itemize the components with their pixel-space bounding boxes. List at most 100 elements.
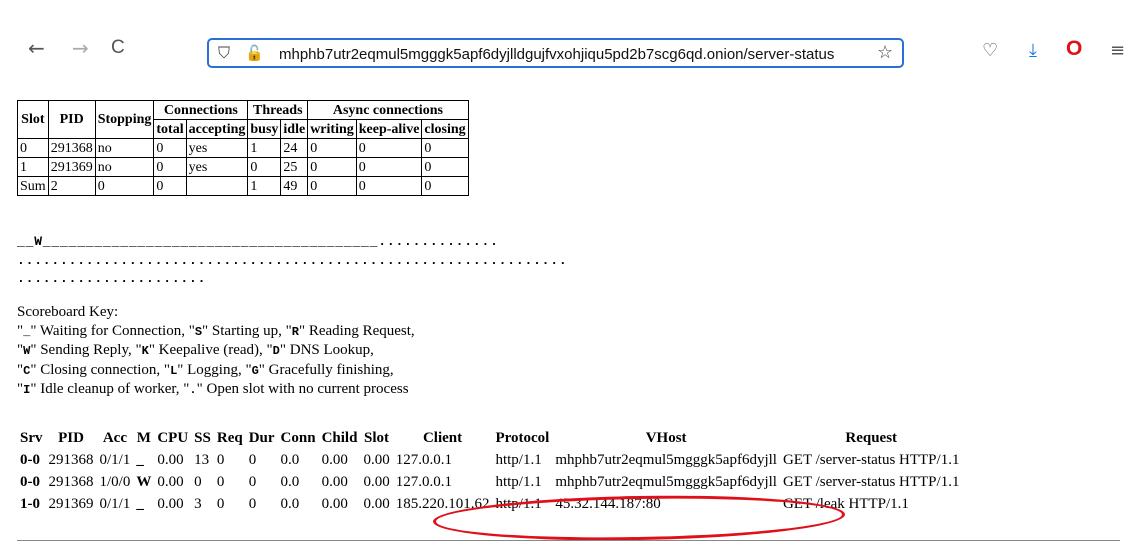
worker-cell: 291368 bbox=[47, 138, 96, 158]
worker-cell: 0 bbox=[307, 157, 357, 177]
request-cell: 291369 bbox=[48, 495, 94, 512]
worker-cell: 0 bbox=[307, 138, 357, 158]
request-col-conn: Conn bbox=[280, 430, 316, 446]
worker-cell: yes bbox=[185, 157, 249, 177]
request-table: Srv PID Acc M CPU SS Req Dur Conn Child Slot Client… bbox=[17, 428, 962, 515]
request-col-cpu: CPU bbox=[157, 430, 189, 446]
request-cell: 0 bbox=[216, 473, 225, 490]
request-cell: 0.00 bbox=[157, 473, 184, 490]
worker-cell: 0 bbox=[153, 138, 187, 158]
key-text: " Waiting for Connection, " bbox=[30, 322, 195, 339]
request-cell: GET /server-status HTTP/1.1 bbox=[782, 473, 960, 490]
request-cell: 0.00 bbox=[157, 451, 184, 468]
forward-arrow-icon[interactable]: → bbox=[72, 38, 89, 58]
request-col-acc: Acc bbox=[102, 430, 127, 446]
worker-cell: 0 bbox=[153, 157, 187, 177]
key-text: " DNS Lookup, bbox=[279, 342, 374, 358]
star-icon[interactable]: ☆ bbox=[877, 42, 893, 63]
request-cell: 0/1/1 bbox=[99, 451, 131, 468]
worker-cell: no bbox=[94, 157, 155, 177]
worker-cell: no bbox=[94, 138, 155, 158]
key-text: " Logging, " bbox=[177, 361, 252, 378]
worker-cell: 0 bbox=[17, 138, 49, 158]
request-cell: 0.0 bbox=[280, 451, 300, 468]
request-cell: http/1.1 bbox=[495, 451, 542, 468]
worker-cell: yes bbox=[185, 138, 249, 158]
request-cell: 291368 bbox=[48, 473, 94, 490]
url-bar[interactable]: ⛉ 🔓 mhphb7utr2eqmul5mgggk5apf6dyjlldgujf… bbox=[207, 38, 904, 68]
worker-cell: 1 bbox=[17, 157, 49, 177]
request-cell: 0.00 bbox=[363, 451, 390, 468]
request-col-req: Req bbox=[216, 430, 243, 446]
key-text: " Sending Reply, " bbox=[30, 342, 142, 358]
request-cell: 0 bbox=[216, 451, 225, 468]
lock-broken-icon[interactable]: 🔓 bbox=[245, 44, 264, 62]
worker-cell: 0 bbox=[421, 176, 469, 196]
worker-cell: 0 bbox=[355, 138, 423, 158]
request-col-slot: Slot bbox=[364, 430, 390, 446]
worker-cell: 0 bbox=[94, 176, 155, 196]
col-slot: Slot bbox=[17, 100, 49, 139]
request-cell: mhphb7utr2eqmul5mgggk5apf6dyjll bbox=[555, 473, 777, 490]
request-cell: 0 bbox=[248, 473, 257, 490]
col-pid: PID bbox=[47, 100, 96, 139]
reload-icon[interactable]: C bbox=[111, 38, 125, 58]
worker-cell: 25 bbox=[280, 157, 309, 177]
request-cell: 0.00 bbox=[363, 495, 390, 512]
request-cell: _ bbox=[136, 495, 144, 512]
request-cell: 291368 bbox=[48, 451, 94, 468]
worker-row: 1 291369 no 0 yes 0 25 0 0 0 bbox=[17, 157, 469, 177]
key-text: " Reading Request, bbox=[298, 322, 415, 339]
key-text: " Keepalive (read), " bbox=[148, 342, 273, 358]
worker-cell: 1 bbox=[247, 138, 282, 158]
col-keepalive: keep-alive bbox=[355, 119, 423, 139]
worker-cell: 1 bbox=[247, 176, 282, 196]
request-row: 0-0 291368 1/0/0 W 0.00 0 0 0 0.0 0.00 0.00 127.0.0… bbox=[17, 471, 962, 493]
key-text: " Open slot with no current process bbox=[196, 381, 409, 397]
request-col-protocol: Protocol bbox=[495, 430, 550, 446]
col-busy: busy bbox=[247, 119, 282, 139]
download-icon[interactable]: ⤓ bbox=[1029, 40, 1037, 61]
col-threads: Threads bbox=[247, 100, 309, 120]
worker-cell: Sum bbox=[17, 176, 49, 196]
worker-cell: 0 bbox=[355, 157, 423, 177]
pocket-icon[interactable]: ♡ bbox=[982, 40, 998, 61]
request-cell: 3 bbox=[194, 495, 202, 512]
scoreboard-line: ...................... bbox=[17, 271, 207, 286]
url-text[interactable]: mhphb7utr2eqmul5mgggk5apf6dyjlldgujfvxoh… bbox=[279, 46, 834, 63]
request-cell: 13 bbox=[194, 451, 210, 468]
request-cell: 0-0 bbox=[20, 451, 40, 468]
key-code: R bbox=[291, 324, 299, 339]
worker-cell: 49 bbox=[280, 176, 309, 196]
divider bbox=[17, 540, 1120, 541]
worker-cell: 24 bbox=[280, 138, 309, 158]
request-col-srv: Srv bbox=[20, 430, 43, 446]
request-col-dur: Dur bbox=[248, 430, 275, 446]
request-cell: 127.0.0.1 bbox=[395, 451, 452, 468]
opera-icon[interactable]: O bbox=[1066, 37, 1082, 61]
col-stopping: Stopping bbox=[94, 100, 155, 139]
request-col-ss: SS bbox=[194, 430, 211, 446]
key-text: " Closing connection, " bbox=[30, 361, 171, 378]
request-cell: GET /server-status HTTP/1.1 bbox=[782, 451, 960, 468]
worker-cell: 0 bbox=[153, 176, 187, 196]
shield-icon[interactable]: ⛉ bbox=[218, 43, 230, 63]
col-total: total bbox=[153, 119, 187, 139]
key-text: " Starting up, " bbox=[202, 322, 292, 339]
request-col-request: Request bbox=[845, 430, 898, 446]
key-code: . bbox=[189, 383, 197, 397]
menu-icon[interactable]: ≡ bbox=[1110, 40, 1125, 61]
scoreboard-line: __W_____________________________________… bbox=[17, 234, 499, 249]
request-cell: 0 bbox=[216, 495, 225, 512]
request-col-pid: PID bbox=[58, 430, 84, 446]
key-code: K bbox=[141, 344, 149, 358]
request-cell: 0.00 bbox=[321, 473, 348, 490]
back-arrow-icon[interactable]: ← bbox=[28, 38, 45, 58]
key-text: " Gracefully finishing, bbox=[258, 361, 394, 378]
request-cell: _ bbox=[136, 451, 144, 468]
worker-table: Slot PID Stopping Connections Threads As… bbox=[17, 100, 469, 196]
col-idle: idle bbox=[280, 119, 309, 139]
scoreboard-key-title: Scoreboard Key: bbox=[17, 304, 119, 320]
worker-cell: 0 bbox=[355, 176, 423, 196]
request-col-m: M bbox=[136, 430, 151, 446]
